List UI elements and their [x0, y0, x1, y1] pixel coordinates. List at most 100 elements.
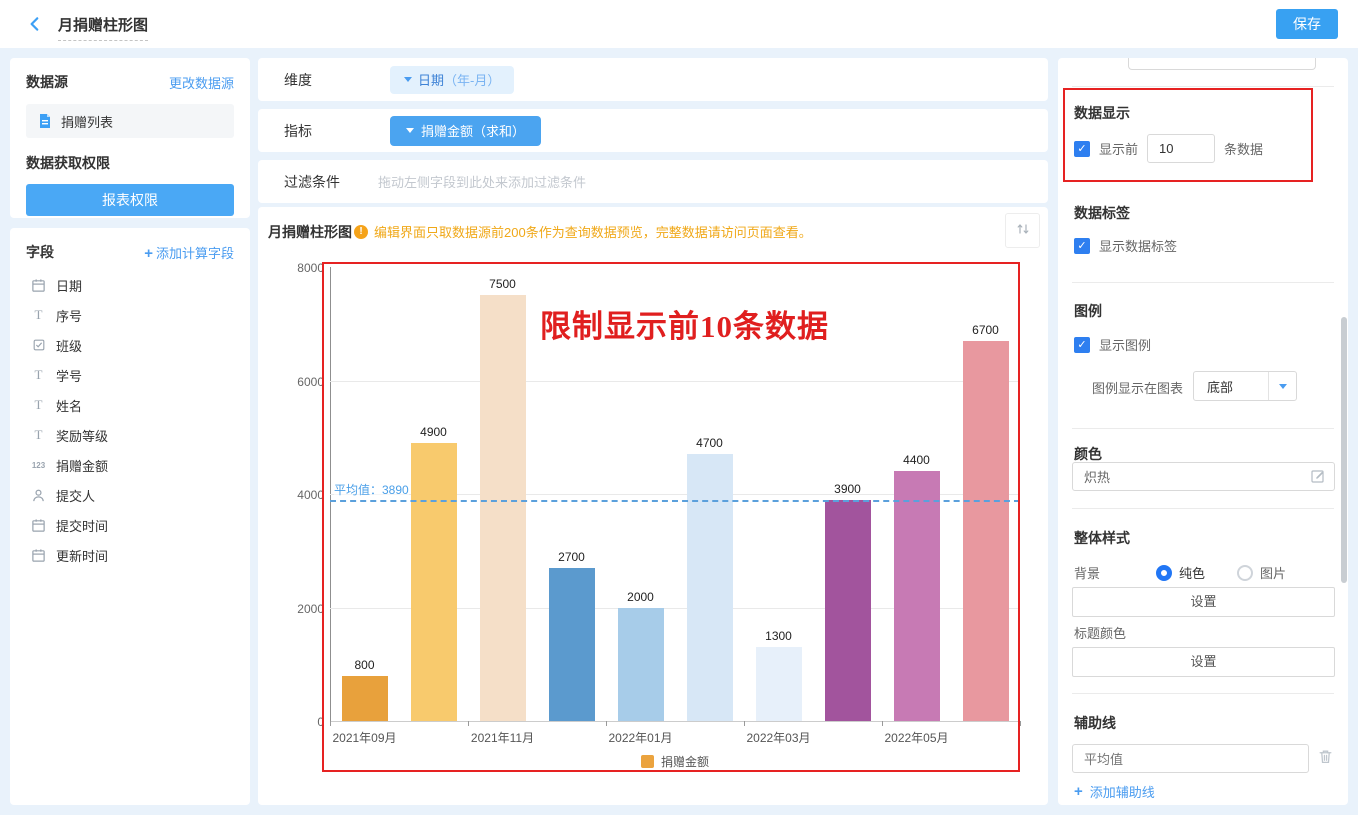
- add-calc-field-link[interactable]: +添加计算字段: [144, 243, 234, 262]
- show-data-label-checkbox[interactable]: [1074, 238, 1090, 254]
- trash-icon[interactable]: [1317, 748, 1334, 768]
- chart-legend[interactable]: 捐赠金额: [330, 753, 1020, 770]
- top-count-input[interactable]: [1147, 134, 1215, 163]
- metric-chip[interactable]: 捐赠金额（求和）: [390, 116, 541, 146]
- report-permission-button[interactable]: 报表权限: [26, 184, 234, 216]
- select-icon: [30, 338, 47, 352]
- plus-icon: +: [1074, 783, 1083, 800]
- color-scheme-input[interactable]: [1072, 462, 1335, 491]
- save-button[interactable]: 保存: [1276, 9, 1338, 39]
- field-item[interactable]: 班级: [26, 330, 234, 360]
- bar[interactable]: [687, 454, 733, 721]
- caret-down-icon: [404, 77, 412, 82]
- x-axis-tick: [882, 721, 883, 726]
- y-axis-tick-label: 6000: [286, 375, 324, 389]
- filter-row[interactable]: 过滤条件 拖动左侧字段到此处来添加过滤条件: [258, 160, 1048, 203]
- bar[interactable]: [825, 500, 871, 721]
- sort-arrows-icon: [1015, 221, 1031, 240]
- bar[interactable]: [756, 647, 802, 721]
- bar[interactable]: [549, 568, 595, 721]
- bar-value-label: 2700: [537, 550, 606, 564]
- field-label: 序号: [56, 306, 82, 325]
- field-item[interactable]: T 序号: [26, 300, 234, 330]
- change-datasource-link[interactable]: 更改数据源: [169, 73, 234, 92]
- title-color-label: 标题颜色: [1074, 623, 1126, 642]
- add-aux-line-link[interactable]: + 添加辅助线: [1074, 782, 1155, 801]
- field-item[interactable]: T姓名: [26, 390, 234, 420]
- field-item[interactable]: T学号: [26, 360, 234, 390]
- color-section-title: 颜色: [1074, 444, 1102, 464]
- annotation-text: 限制显示前10条数据: [540, 301, 829, 346]
- sort-button[interactable]: [1005, 213, 1040, 248]
- field-item[interactable]: 提交人: [26, 480, 234, 510]
- bar[interactable]: [894, 471, 940, 721]
- bar-value-label: 7500: [468, 277, 537, 291]
- settings-panel: 数据显示 显示前 条数据 数据标签 显示数据标签 图例 显示图例 图例显示在图表…: [1058, 58, 1348, 805]
- bar-value-label: 2000: [606, 590, 675, 604]
- text-icon: T: [30, 307, 47, 323]
- field-label: 班级: [56, 336, 82, 355]
- field-item[interactable]: 提交时间: [26, 510, 234, 540]
- top-bar: 月捐赠柱形图 保存: [0, 0, 1358, 48]
- back-icon[interactable]: [26, 15, 44, 33]
- page-title[interactable]: 月捐赠柱形图: [58, 14, 148, 41]
- show-top-row: 显示前 条数据: [1074, 134, 1263, 163]
- x-axis-tick: [330, 721, 331, 726]
- divider: [1072, 693, 1334, 694]
- bar[interactable]: [342, 676, 388, 721]
- radio-image[interactable]: [1237, 565, 1253, 581]
- title-color-set-button[interactable]: 设置: [1072, 647, 1335, 677]
- plus-icon: +: [144, 245, 153, 262]
- legend-position-select[interactable]: 底部: [1193, 371, 1297, 401]
- calendar-icon: [30, 518, 47, 533]
- person-icon: [30, 488, 47, 503]
- dimension-row: 维度 日期（年-月）: [258, 58, 1048, 101]
- metric-row: 指标 捐赠金额（求和）: [258, 109, 1048, 152]
- radio-solid-color[interactable]: [1156, 565, 1172, 581]
- edit-icon[interactable]: [1310, 468, 1326, 487]
- dimension-chip[interactable]: 日期（年-月）: [390, 66, 514, 94]
- warning-text: 编辑界面只取数据源前200条作为查询数据预览，完整数据请访问页面查看。: [374, 222, 812, 241]
- title-input-partial[interactable]: [1128, 58, 1316, 70]
- scrollbar-thumb[interactable]: [1341, 317, 1347, 583]
- bar-value-label: 6700: [951, 323, 1020, 337]
- divider: [1072, 508, 1334, 509]
- background-set-button[interactable]: 设置: [1072, 587, 1335, 617]
- x-axis-tick-label: 2022年03月: [724, 729, 834, 746]
- x-axis-tick-label: 2021年09月: [310, 729, 420, 746]
- text-icon: T: [30, 367, 47, 383]
- field-label: 更新时间: [56, 546, 108, 565]
- overall-style-title: 整体样式: [1074, 528, 1130, 548]
- show-legend-checkbox[interactable]: [1074, 337, 1090, 353]
- text-icon: T: [30, 427, 47, 443]
- field-item[interactable]: T奖励等级: [26, 420, 234, 450]
- datasource-item[interactable]: 捐赠列表: [26, 104, 234, 138]
- bar[interactable]: [963, 341, 1009, 721]
- legend-label: 捐赠金额: [661, 753, 709, 770]
- show-top-checkbox[interactable]: [1074, 141, 1090, 157]
- divider: [1072, 86, 1334, 87]
- datasource-item-label: 捐赠列表: [61, 112, 113, 131]
- field-item[interactable]: 更新时间: [26, 540, 234, 570]
- calendar-icon: [30, 278, 47, 293]
- field-item[interactable]: 日期: [26, 270, 234, 300]
- x-axis-tick: [606, 721, 607, 726]
- bar[interactable]: [618, 608, 664, 722]
- bar[interactable]: [411, 443, 457, 721]
- legend-section-title: 图例: [1074, 301, 1102, 321]
- bar[interactable]: [480, 295, 526, 721]
- chart-title: 月捐赠柱形图: [268, 222, 352, 242]
- datasource-title: 数据源: [26, 72, 68, 92]
- filter-placeholder: 拖动左侧字段到此处来添加过滤条件: [378, 172, 586, 191]
- x-axis-tick: [1020, 721, 1021, 726]
- average-line: [330, 500, 1020, 502]
- aux-line-input[interactable]: [1072, 744, 1309, 773]
- field-label: 日期: [56, 276, 82, 295]
- y-axis-tick-label: 2000: [286, 602, 324, 616]
- bar-value-label: 800: [330, 658, 399, 672]
- show-data-label-row: 显示数据标签: [1074, 236, 1177, 255]
- chart-panel: 月捐赠柱形图 ! 编辑界面只取数据源前200条作为查询数据预览，完整数据请访问页…: [258, 207, 1048, 805]
- field-list: 日期 T 序号班级 T学号T姓名T奖励等级123捐赠金额提交人提交时间更新时间: [26, 270, 234, 570]
- data-label-title: 数据标签: [1074, 203, 1130, 223]
- field-item[interactable]: 123捐赠金额: [26, 450, 234, 480]
